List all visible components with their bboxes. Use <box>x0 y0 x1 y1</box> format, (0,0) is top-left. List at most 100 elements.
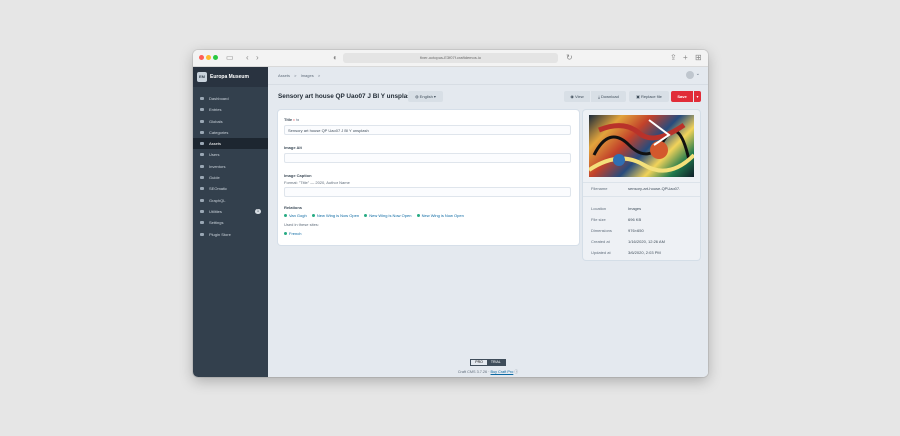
top-bar: Assets > Images > ⌄ <box>268 67 708 85</box>
image-alt-field[interactable] <box>284 153 571 163</box>
site-select-label: English <box>419 94 433 99</box>
updated-at-label: Updated at <box>591 250 611 255</box>
sidebar-item-entries[interactable]: Entries <box>193 104 268 115</box>
new-tab-icon[interactable]: + <box>683 52 688 64</box>
maximize-window-button[interactable] <box>213 55 218 60</box>
asset-preview-image[interactable] <box>589 115 694 177</box>
book-icon <box>200 176 204 180</box>
minimize-window-button[interactable] <box>206 55 211 60</box>
forward-arrow-icon[interactable]: › <box>256 52 259 64</box>
plug-icon <box>200 232 204 236</box>
share-icon[interactable]: ⇪ <box>670 52 677 64</box>
tab-overview-icon[interactable]: ⊞ <box>695 52 702 64</box>
footer-text: Craft CMS 3.7.26 · Buy Craft Pro ⓘ <box>457 370 519 374</box>
sidebar-item-label: SEOmatic <box>209 186 228 192</box>
asset-meta-panel: Filename sensory-art-house-QPUao07. Loca… <box>583 110 700 260</box>
site-header[interactable]: EM Europa Museum <box>193 67 268 87</box>
site-name: Europa Museum <box>210 74 249 80</box>
sidebar-nav: Dashboard Entries Globals Categories Ass… <box>193 93 268 240</box>
page-title: Sensory art house QP Uao07 J Bl Y unspla… <box>278 93 415 100</box>
created-at-label: Created at <box>591 239 610 244</box>
utilities-badge: 1 <box>255 208 261 214</box>
relation-link[interactable]: Van Gogh <box>284 213 307 218</box>
lightbulb-icon <box>200 164 204 168</box>
back-arrow-icon[interactable]: ‹ <box>246 52 249 64</box>
pro-label: PRO <box>475 360 483 364</box>
save-menu-button[interactable]: ▾ <box>694 91 701 102</box>
relation-link[interactable]: New Wing is Now Open <box>417 213 464 218</box>
sidebar-item-globals[interactable]: Globals <box>193 116 268 127</box>
replace-file-button[interactable]: ▣ Replace file <box>629 91 669 102</box>
image-alt-label: Image Alt <box>284 145 302 150</box>
view-button[interactable]: ◉ View <box>564 91 590 102</box>
browser-window: ▭ ‹ › ◐ fiver-octopus-E3f07f.craftdemos.… <box>193 50 708 377</box>
sidebar-item-label: Users <box>209 152 220 158</box>
edition-badge: PRO TRIAL <box>470 359 506 366</box>
breadcrumb-separator: > <box>294 73 297 78</box>
globe-icon <box>200 119 204 123</box>
image-caption-field[interactable] <box>284 187 571 197</box>
translate-icon: ⇆ <box>295 117 300 122</box>
seo-icon <box>200 187 204 191</box>
user-avatar-icon[interactable] <box>686 71 694 79</box>
download-button[interactable]: ⤓ Download <box>591 91 626 102</box>
sidebar-item-label: Settings <box>209 220 224 226</box>
main-content: Assets > Images > ⌄ Sensory art house QP… <box>268 67 708 377</box>
chevron-down-icon[interactable]: ⌄ <box>696 71 700 77</box>
footer: PRO TRIAL Craft CMS 3.7.26 · Buy Craft Pr… <box>268 350 708 375</box>
address-bar[interactable]: fiver-octopus-E3f07f.craftdemos.io <box>343 53 558 63</box>
trial-label: TRIAL <box>486 360 505 365</box>
sidebar-item-label: Inventors <box>209 163 226 169</box>
breadcrumb: Assets > Images > <box>278 73 323 78</box>
download-label: Download <box>601 94 619 99</box>
location-label: Location <box>591 206 607 211</box>
title-field[interactable]: Sensory art house QP Uao07 J Bl Y unspla… <box>284 125 571 135</box>
sidebar-item-guide[interactable]: Guide <box>193 172 268 183</box>
sidebar: EM Europa Museum Dashboard Entries Globa… <box>193 67 268 377</box>
image-icon <box>200 142 204 146</box>
sidebar-item-label: Globals <box>209 118 223 124</box>
sidebar-item-dashboard[interactable]: Dashboard <box>193 93 268 104</box>
breadcrumb-assets[interactable]: Assets <box>278 73 290 78</box>
sidebar-item-assets[interactable]: Assets <box>193 138 268 150</box>
gauge-icon <box>200 97 204 100</box>
artwork-preview <box>589 119 694 173</box>
sidebar-item-categories[interactable]: Categories <box>193 127 268 138</box>
file-size-value: 696 KB <box>628 217 642 222</box>
used-in-sites-label: Used in these sites: <box>284 222 319 227</box>
sidebar-item-settings[interactable]: Settings <box>193 217 268 228</box>
site-select-button[interactable]: ◍ English ▾ <box>408 91 443 102</box>
relations-list: Van Gogh New Wing is Now Open New Wing i… <box>284 213 468 218</box>
filename-value[interactable]: sensory-art-house-QPUao07. <box>628 186 680 191</box>
sidebar-item-label: Dashboard <box>209 96 229 101</box>
updated-at-value: 3/6/2020, 2:03 PM <box>628 250 661 255</box>
sidebar-item-label: Guide <box>209 175 220 181</box>
reload-icon[interactable]: ↻ <box>566 52 573 64</box>
relation-link[interactable]: New Wing is Now Open <box>312 213 359 218</box>
browser-toolbar: ▭ ‹ › ◐ fiver-octopus-E3f07f.craftdemos.… <box>193 50 708 67</box>
close-window-button[interactable] <box>199 55 204 60</box>
sidebar-item-plugin-store[interactable]: Plugin Store <box>193 229 268 240</box>
newspaper-icon <box>200 108 204 112</box>
graphql-icon <box>200 198 204 202</box>
replace-label: Replace file <box>640 94 662 99</box>
sidebar-item-utilities[interactable]: Utilities 1 <box>193 206 268 217</box>
sidebar-toggle-icon[interactable]: ▭ <box>226 52 234 64</box>
sidebar-item-graphql[interactable]: GraphQL <box>193 195 268 206</box>
sidebar-item-users[interactable]: Users <box>193 149 268 160</box>
site-link-french[interactable]: French <box>284 231 301 236</box>
relation-link[interactable]: New Wing is Now Open <box>364 213 411 218</box>
asset-fields-pane: Title • ⇆ Sensory art house QP Uao07 J B… <box>278 110 579 245</box>
sidebar-item-seomatic[interactable]: SEOmatic <box>193 183 268 194</box>
sidebar-item-inventors[interactable]: Inventors <box>193 161 268 172</box>
dimensions-label: Dimensions <box>591 228 612 233</box>
file-size-label: File size <box>591 217 606 222</box>
dimensions-value: 976×650 <box>628 228 644 233</box>
view-label: View <box>575 94 584 99</box>
image-caption-hint: Format: "Title" — 2020, Author Name <box>284 180 350 185</box>
chevron-down-icon: ▾ <box>432 94 436 99</box>
wrench-icon <box>200 209 204 213</box>
buy-craft-pro-link[interactable]: Buy Craft Pro <box>491 370 514 374</box>
breadcrumb-images[interactable]: Images <box>301 73 314 78</box>
save-button[interactable]: Save <box>671 91 693 102</box>
